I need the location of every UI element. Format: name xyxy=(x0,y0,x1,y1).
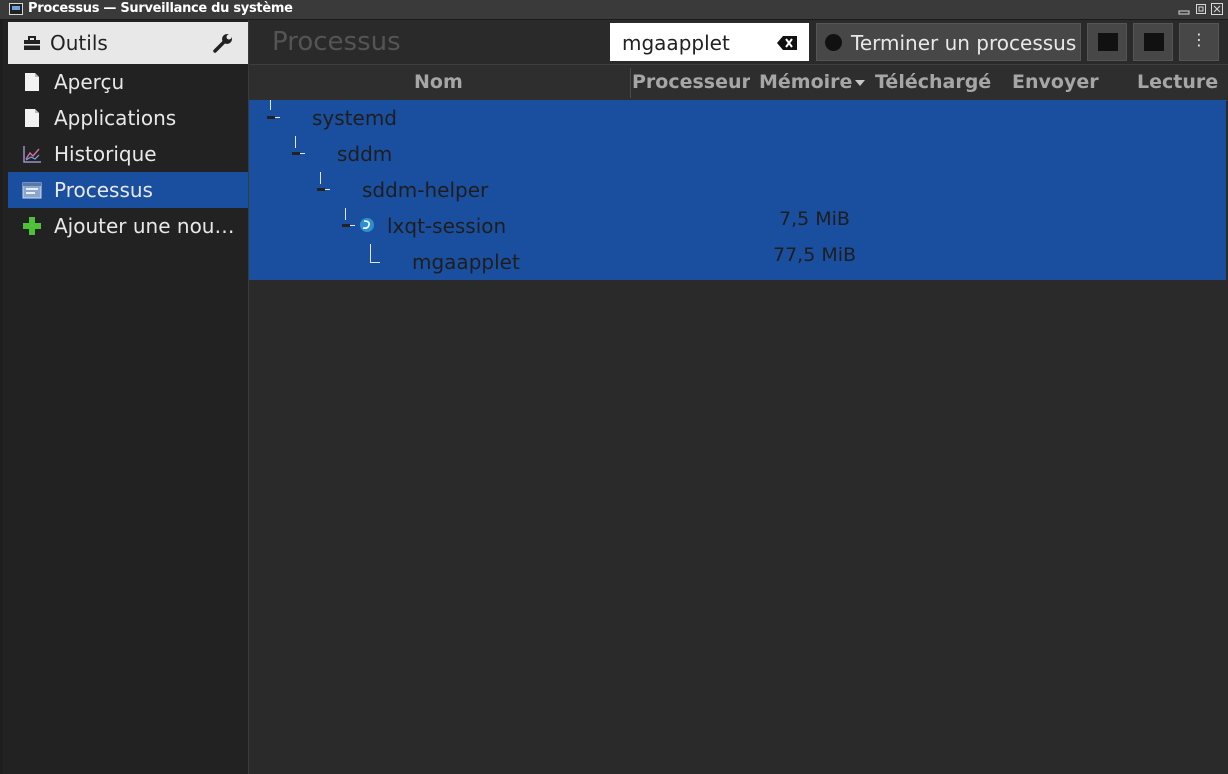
column-header-telecharge[interactable]: Téléchargé xyxy=(875,71,993,93)
sidebar-item-add-page[interactable]: Ajouter une nou… xyxy=(8,208,248,244)
process-name: mgaapplet xyxy=(412,250,520,274)
column-separator[interactable] xyxy=(630,68,631,98)
wrench-icon[interactable] xyxy=(212,32,234,58)
collapse-icon[interactable] xyxy=(267,116,275,119)
column-header-memoire-label: Mémoire xyxy=(759,71,853,93)
sidebar-item-historique[interactable]: Historique xyxy=(8,136,248,172)
terminate-process-label: Terminer un processus xyxy=(851,31,1077,55)
tree-line xyxy=(370,244,371,262)
process-icon xyxy=(22,180,42,200)
sidebar-item-label: Aperçu xyxy=(54,70,125,94)
tree-line xyxy=(295,136,296,148)
collapse-icon[interactable] xyxy=(292,152,300,155)
sidebar-item-processus[interactable]: Processus xyxy=(8,172,248,208)
search-input[interactable]: mgaapplet xyxy=(610,23,809,61)
main-panel: Processus mgaapplet Terminer un processu… xyxy=(249,20,1228,774)
square-icon xyxy=(1098,33,1118,51)
tree-line xyxy=(275,117,280,118)
tools-label: Outils xyxy=(50,31,108,55)
table-row[interactable]: lxqt-session 7,5 MiB xyxy=(249,208,1226,244)
document-icon xyxy=(22,108,42,128)
window-titlebar: Processus — Surveillance du système xyxy=(0,0,1228,20)
tree-line xyxy=(325,189,330,190)
column-header-lecture[interactable]: Lecture xyxy=(1137,71,1218,93)
process-name: systemd xyxy=(312,106,397,130)
tree-line xyxy=(320,172,321,184)
terminate-process-button[interactable]: Terminer un processus xyxy=(816,23,1081,61)
sidebar-item-label: Applications xyxy=(54,106,177,130)
square-icon xyxy=(1144,33,1164,51)
column-header-processeur[interactable]: Processeur xyxy=(632,71,750,93)
column-header-memoire[interactable]: Mémoire xyxy=(759,71,866,93)
close-icon[interactable] xyxy=(1210,2,1224,16)
clear-text-icon[interactable] xyxy=(777,35,797,54)
view-toggle-button-1[interactable] xyxy=(1087,23,1127,61)
chart-icon xyxy=(22,144,42,164)
page-title: Processus xyxy=(272,27,401,57)
process-name: sddm xyxy=(337,142,393,166)
tools-header[interactable]: Outils xyxy=(8,22,248,64)
sidebar-item-label: Ajouter une nou… xyxy=(54,214,235,238)
tree-line xyxy=(370,262,380,263)
sidebar: Outils Aperçu Applications Historique Pr… xyxy=(3,20,249,774)
table-row[interactable]: systemd xyxy=(249,100,1226,136)
sort-descending-icon xyxy=(855,79,866,86)
stop-icon xyxy=(825,34,842,51)
kebab-menu-icon: ⋮ xyxy=(1191,30,1207,49)
tree-line xyxy=(300,153,305,154)
table-row[interactable]: sddm-helper xyxy=(249,172,1226,208)
column-header-envoyer[interactable]: Envoyer xyxy=(1012,71,1099,93)
column-header-nom[interactable]: Nom xyxy=(414,71,463,93)
sidebar-item-applications[interactable]: Applications xyxy=(8,100,248,136)
sidebar-item-label: Processus xyxy=(54,178,153,202)
minimize-icon[interactable] xyxy=(1177,2,1191,16)
process-memory: 77,5 MiB xyxy=(773,244,857,266)
search-value: mgaapplet xyxy=(622,31,730,55)
collapse-icon[interactable] xyxy=(317,188,325,191)
tree-line xyxy=(350,225,355,226)
table-row[interactable]: sddm xyxy=(249,136,1226,172)
collapse-icon[interactable] xyxy=(342,224,350,227)
process-name: sddm-helper xyxy=(362,178,489,202)
document-icon xyxy=(22,72,42,92)
lxqt-icon xyxy=(359,217,375,237)
table-header: Nom Processeur Mémoire Téléchargé Envoye… xyxy=(249,64,1228,101)
plus-icon xyxy=(22,216,42,236)
app-monitor-icon xyxy=(9,3,23,15)
process-memory: 7,5 MiB xyxy=(779,208,850,230)
sidebar-item-label: Historique xyxy=(54,142,157,166)
window-title: Processus — Surveillance du système xyxy=(28,1,293,16)
more-options-button[interactable]: ⋮ xyxy=(1179,23,1219,61)
view-toggle-button-2[interactable] xyxy=(1133,23,1173,61)
tree-line xyxy=(345,208,346,220)
table-row[interactable]: mgaapplet 77,5 MiB xyxy=(249,244,1226,280)
sidebar-item-apercu[interactable]: Aperçu xyxy=(8,64,248,100)
maximize-icon[interactable] xyxy=(1194,2,1208,16)
process-name: lxqt-session xyxy=(387,214,507,238)
process-tree: systemd sddm sddm-helper lxqt-session 7,… xyxy=(249,100,1226,280)
toolbox-icon xyxy=(23,36,41,55)
